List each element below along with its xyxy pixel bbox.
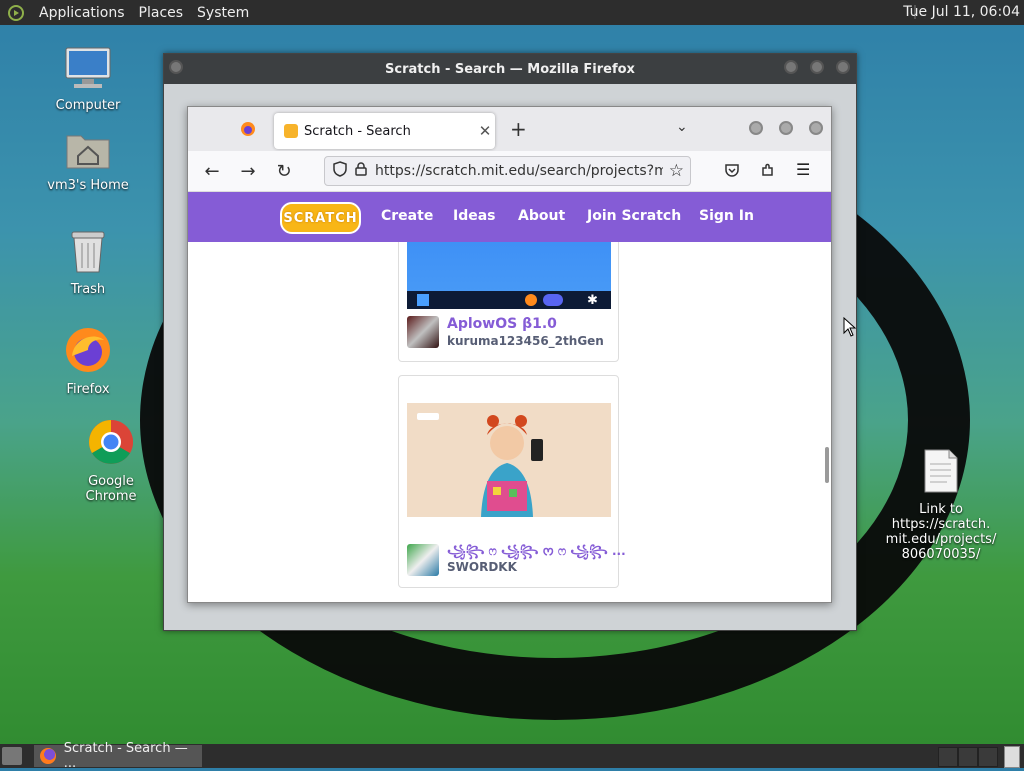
windows-logo-icon bbox=[417, 294, 429, 306]
project-author[interactable]: kuruma123456_2thGen bbox=[447, 334, 604, 348]
lock-icon[interactable] bbox=[355, 162, 367, 180]
trash-applet-icon[interactable] bbox=[1004, 746, 1020, 768]
scratch-navbar: SCRATCH Create Ideas About Join Scratch … bbox=[188, 192, 831, 242]
nav-create[interactable]: Create bbox=[381, 208, 433, 224]
workspace-3[interactable] bbox=[978, 747, 998, 767]
ff-maximize-button[interactable] bbox=[779, 121, 793, 135]
clock[interactable]: Tue Jul 11, 06:04 bbox=[903, 4, 1020, 20]
avatar[interactable] bbox=[407, 544, 439, 576]
back-arrow-icon[interactable]: ← bbox=[196, 155, 228, 187]
person-photo bbox=[417, 413, 543, 517]
taskbar-item-firefox[interactable]: Scratch - Search — ... bbox=[34, 741, 202, 771]
list-tabs-chevron-icon[interactable]: ⌄ bbox=[676, 119, 688, 135]
bottom-taskbar: Scratch - Search — ... bbox=[0, 741, 1024, 771]
discord-icon bbox=[543, 294, 563, 306]
project-thumbnail[interactable]: ✱ bbox=[407, 242, 611, 309]
trash-icon bbox=[38, 228, 138, 278]
desktop-icon-label-line: mit.edu/projects/ bbox=[885, 532, 997, 547]
taskbar-item-label: Scratch - Search — ... bbox=[63, 741, 188, 771]
desktop-icon-chrome[interactable]: Google Chrome bbox=[61, 418, 161, 504]
computer-icon bbox=[38, 46, 138, 94]
workspace-1[interactable] bbox=[938, 747, 958, 767]
desktop-icon-label-line: 806070035/ bbox=[901, 547, 981, 562]
firefox-icon bbox=[38, 326, 138, 378]
tab-close-icon[interactable]: ✕ bbox=[475, 122, 495, 140]
maximize-button[interactable] bbox=[810, 60, 824, 74]
firefox-view-icon[interactable] bbox=[240, 121, 256, 141]
nav-about[interactable]: About bbox=[518, 208, 565, 224]
desktop-icon-trash[interactable]: Trash bbox=[38, 228, 138, 297]
tab-scratch-search[interactable]: Scratch - Search ✕ bbox=[274, 113, 495, 149]
ff-close-button[interactable] bbox=[809, 121, 823, 135]
ff-minimize-button[interactable] bbox=[749, 121, 763, 135]
desktop-icon-label: Google Chrome bbox=[85, 474, 137, 504]
scratch-favicon-icon bbox=[284, 124, 298, 138]
menu-places[interactable]: Places bbox=[132, 5, 191, 21]
url-text: https://scratch.mit.edu/search/projects?… bbox=[375, 163, 663, 179]
desktop-icon-computer[interactable]: Computer bbox=[38, 46, 138, 113]
desktop-icon-firefox[interactable]: Firefox bbox=[38, 326, 138, 397]
project-title[interactable]: AplowOS β1.0 bbox=[447, 316, 557, 332]
workspace-2[interactable] bbox=[958, 747, 978, 767]
desktop-icon-label: Trash bbox=[70, 282, 106, 297]
desktop-icon-label: Computer bbox=[55, 98, 121, 113]
minimize-button[interactable] bbox=[784, 60, 798, 74]
forward-arrow-icon[interactable]: → bbox=[232, 155, 264, 187]
distro-logo-icon[interactable] bbox=[6, 3, 26, 23]
menu-applications[interactable]: Applications bbox=[32, 5, 132, 21]
close-button[interactable] bbox=[836, 60, 850, 74]
hamburger-menu-icon[interactable]: ☰ bbox=[796, 160, 810, 179]
desktop-icon-label: Firefox bbox=[66, 382, 110, 397]
nav-sign-in[interactable]: Sign In bbox=[699, 208, 754, 224]
firefox-small-icon bbox=[525, 294, 537, 306]
settings-gear-icon: ✱ bbox=[587, 293, 598, 308]
mouse-cursor-icon bbox=[843, 317, 857, 337]
firefox-icon bbox=[40, 748, 56, 764]
home-folder-icon bbox=[38, 128, 138, 174]
desktop-icon-link[interactable]: Link to https://scratch. mit.edu/project… bbox=[870, 448, 1012, 562]
window-titlebar[interactable]: Scratch - Search — Mozilla Firefox bbox=[164, 54, 856, 84]
shield-icon[interactable] bbox=[333, 161, 347, 181]
new-tab-icon[interactable]: + bbox=[510, 117, 527, 141]
thumbnail-taskbar: ✱ bbox=[407, 291, 611, 309]
chrome-icon bbox=[61, 418, 161, 470]
desktop-icon-label-line: Link to https://scratch. bbox=[891, 502, 991, 532]
project-author[interactable]: SWORDKK bbox=[447, 560, 517, 574]
tab-title: Scratch - Search bbox=[304, 123, 411, 139]
project-card[interactable]: ꧁꧂ ෆ ꧁꧂ ᰔ ෆ ꧁꧂ ... SWORDKK bbox=[398, 375, 626, 588]
project-card[interactable]: ✱ AplowOS β1.0 kuruma123456_2thGen bbox=[398, 242, 619, 362]
firefox-window: Scratch - Search ✕ + ⌄ ← → ↻ https://scr… bbox=[187, 106, 832, 603]
show-desktop-button[interactable] bbox=[2, 747, 22, 765]
reload-icon[interactable]: ↻ bbox=[268, 155, 300, 187]
nav-ideas[interactable]: Ideas bbox=[453, 208, 496, 224]
menu-system[interactable]: System bbox=[190, 5, 256, 21]
scratch-logo[interactable]: SCRATCH bbox=[280, 202, 361, 234]
extensions-icon[interactable] bbox=[760, 162, 776, 182]
tab-bar: Scratch - Search ✕ + ⌄ bbox=[188, 107, 831, 151]
desktop-icon-home[interactable]: vm3's Home bbox=[38, 128, 138, 193]
pocket-icon[interactable] bbox=[724, 162, 740, 182]
search-results: ✱ AplowOS β1.0 kuruma123456_2thGen ꧁꧂ ෆ … bbox=[188, 242, 831, 602]
nav-bar: ← → ↻ https://scratch.mit.edu/search/pro… bbox=[188, 151, 831, 192]
page-scrollbar-thumb[interactable] bbox=[825, 447, 829, 483]
avatar[interactable] bbox=[407, 316, 439, 348]
document-link-icon bbox=[870, 448, 1012, 498]
project-thumbnail[interactable] bbox=[407, 403, 611, 517]
window-menu-button[interactable] bbox=[169, 60, 183, 74]
nav-join-scratch[interactable]: Join Scratch bbox=[587, 208, 681, 224]
desktop-icon-label: vm3's Home bbox=[47, 178, 129, 193]
bookmark-star-icon[interactable]: ☆ bbox=[669, 161, 684, 181]
url-bar[interactable]: https://scratch.mit.edu/search/projects?… bbox=[324, 156, 691, 186]
window-title: Scratch - Search — Mozilla Firefox bbox=[385, 61, 635, 77]
top-panel: Applications Places System Tue Jul 11, 0… bbox=[0, 0, 1024, 25]
